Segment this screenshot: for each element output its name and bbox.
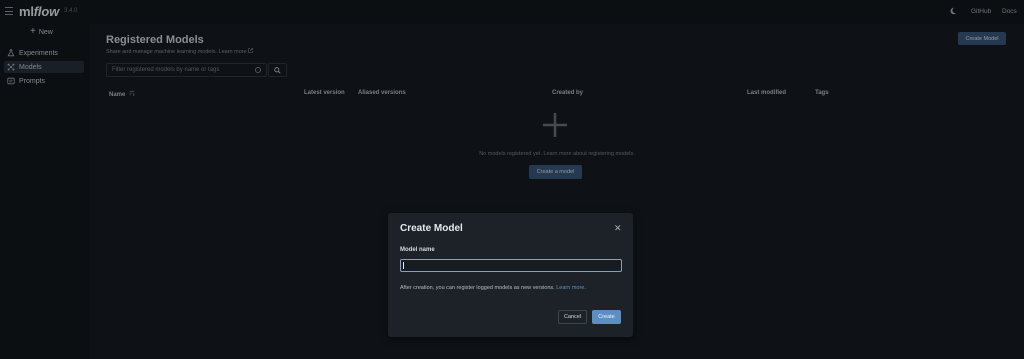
modal-hint: After creation, you can register logged … (400, 285, 586, 291)
create-model-modal: Create Model ✕ Model name After creation… (388, 213, 633, 337)
close-icon[interactable]: ✕ (614, 224, 622, 233)
modal-title: Create Model (400, 223, 463, 234)
app-root: mlflow 3.4.0 GitHub Docs + New Experimen… (0, 0, 1024, 359)
hint-learn-more-link[interactable]: Learn more (556, 285, 584, 291)
model-name-input[interactable] (400, 259, 622, 272)
model-name-label: Model name (400, 247, 435, 253)
hint-text: After creation, you can register logged … (400, 285, 555, 291)
create-button[interactable]: Create (592, 310, 621, 324)
text-caret (403, 262, 404, 269)
cancel-button[interactable]: Cancel (558, 310, 587, 324)
